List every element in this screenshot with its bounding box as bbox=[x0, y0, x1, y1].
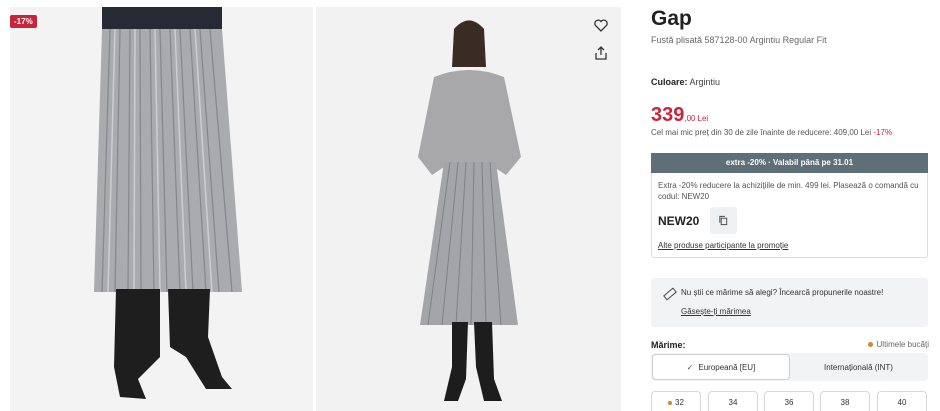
size-options: 32 34 36 38 40 bbox=[651, 391, 928, 411]
size-option-label: 40 bbox=[897, 398, 907, 407]
size-option-40[interactable]: 40 bbox=[877, 391, 927, 411]
size-option-label: 34 bbox=[728, 398, 738, 407]
brand-name[interactable]: Gap bbox=[651, 7, 692, 31]
check-icon: ✓ bbox=[686, 362, 694, 372]
promo-products-link[interactable]: Alte produse participante la promoție bbox=[658, 241, 788, 250]
favorite-button[interactable] bbox=[593, 17, 609, 33]
discount-badge: -17% bbox=[10, 15, 37, 28]
size-option-label: 38 bbox=[840, 398, 850, 407]
product-info: Gap Fustă plisată 587128-00 Argintiu Reg… bbox=[651, 0, 929, 411]
low-stock-dot-icon bbox=[668, 400, 673, 405]
promo-description: Extra -20% reducere la achizițiile de mi… bbox=[658, 181, 919, 201]
promo-code: NEW20 bbox=[658, 214, 700, 228]
find-size-link[interactable]: Găsește-ți mărimea bbox=[681, 307, 751, 316]
size-option-label: 32 bbox=[675, 398, 684, 407]
lowest-price-note: Cel mai mic preț din 30 de zile înainte … bbox=[651, 128, 892, 137]
size-option-38[interactable]: 38 bbox=[820, 391, 870, 411]
color-value: Argintiu bbox=[689, 77, 721, 87]
heart-icon bbox=[594, 19, 608, 32]
stock-note: Ultimele bucăți bbox=[867, 340, 929, 349]
skirt-detail-image bbox=[10, 7, 313, 411]
lowest-price-percent: -17% bbox=[873, 128, 893, 137]
size-option-36[interactable]: 36 bbox=[764, 391, 814, 411]
copy-icon bbox=[719, 215, 728, 226]
price-integer: 339 bbox=[651, 104, 685, 126]
size-help-text: Nu știi ce mărime să alegi? Încearcă pro… bbox=[681, 288, 884, 297]
product-gallery: -17% bbox=[10, 7, 621, 411]
size-option-label: 36 bbox=[784, 398, 794, 407]
product-title: Fustă plisată 587128-00 Argintiu Regular… bbox=[651, 35, 827, 45]
size-option-32[interactable]: 32 bbox=[651, 391, 701, 411]
price-decimal: ,00 bbox=[684, 114, 696, 123]
price: 339 ,00 Lei bbox=[651, 104, 708, 126]
tab-size-eu-label: Europeană [EU] bbox=[698, 362, 756, 372]
tab-size-eu[interactable]: ✓ Europeană [EU] bbox=[652, 354, 790, 380]
model-image bbox=[316, 7, 621, 411]
share-button[interactable] bbox=[593, 45, 609, 61]
product-photo-model[interactable] bbox=[316, 7, 621, 411]
ruler-icon bbox=[663, 287, 677, 301]
product-photo-detail[interactable]: -17% bbox=[10, 7, 313, 411]
size-help-box: Nu știi ce mărime să alegi? Încearcă pro… bbox=[651, 278, 928, 327]
stock-note-text: Ultimele bucăți bbox=[876, 340, 929, 349]
size-option-34[interactable]: 34 bbox=[708, 391, 758, 411]
stock-dot-icon bbox=[867, 342, 873, 347]
copy-code-button[interactable] bbox=[710, 207, 737, 234]
tab-size-int-label: Internațională (INT) bbox=[824, 362, 893, 372]
color-label: Culoare: bbox=[651, 77, 688, 87]
price-currency: Lei bbox=[697, 114, 709, 123]
promo-header: extra -20% · Valabil până pe 31.01 bbox=[651, 153, 928, 173]
tab-size-int[interactable]: Internațională (INT) bbox=[790, 354, 927, 380]
share-icon bbox=[595, 46, 607, 60]
lowest-price-text: Cel mai mic preț din 30 de zile înainte … bbox=[651, 128, 872, 137]
size-label: Mărime: bbox=[651, 340, 686, 350]
size-system-tabs: ✓ Europeană [EU] Internațională (INT) bbox=[651, 353, 928, 381]
color-row: Culoare: Argintiu bbox=[651, 77, 720, 87]
